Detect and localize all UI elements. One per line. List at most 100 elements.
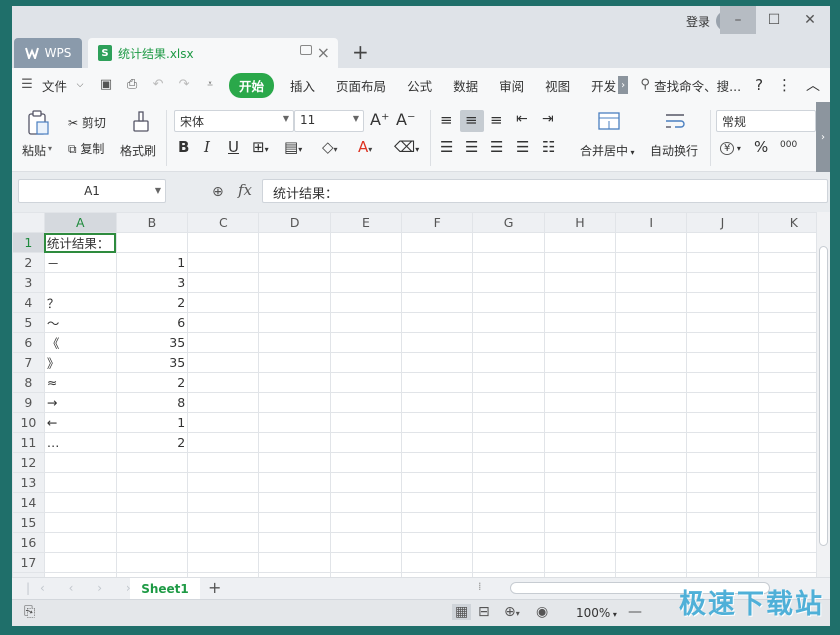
cell-empty[interactable]	[686, 232, 759, 253]
thousands-button[interactable]: 000	[780, 140, 797, 150]
cell-empty[interactable]	[187, 452, 260, 473]
tab-wps-home[interactable]: WPS	[14, 38, 82, 68]
cell-empty[interactable]	[329, 232, 403, 253]
column-header[interactable]: C	[187, 212, 260, 233]
tab-formulas[interactable]: 公式	[407, 76, 432, 95]
column-header[interactable]: E	[329, 212, 403, 233]
cell-empty[interactable]	[472, 252, 545, 273]
row-header[interactable]: 1	[12, 232, 45, 253]
collapse-ribbon-button[interactable]: ︿	[806, 75, 820, 95]
cell-empty[interactable]	[615, 272, 688, 293]
help-button[interactable]: ?	[755, 76, 763, 94]
borders-icon[interactable]: ⊞▾	[252, 138, 269, 156]
row-header[interactable]: 2	[12, 252, 45, 273]
cell-a[interactable]: →	[43, 392, 117, 413]
cell-empty[interactable]	[329, 292, 403, 313]
undo-icon[interactable]: ↶	[151, 78, 165, 92]
cell-empty[interactable]	[686, 512, 759, 533]
reading-mode-icon[interactable]: ⊕▾	[504, 604, 520, 620]
cell-b[interactable]: 2	[115, 292, 189, 313]
column-header[interactable]: G	[472, 212, 545, 233]
cell-empty[interactable]	[329, 432, 403, 453]
cell-empty[interactable]	[686, 392, 759, 413]
cell-empty[interactable]	[543, 292, 617, 313]
cell-empty[interactable]	[187, 332, 260, 353]
cell-empty[interactable]	[543, 532, 617, 553]
cell-empty[interactable]	[329, 452, 403, 473]
paste-button[interactable]	[26, 110, 50, 136]
row-header[interactable]: 4	[12, 292, 45, 313]
align-top-icon[interactable]: ≡	[440, 111, 453, 129]
cell-a[interactable]: －	[43, 252, 117, 273]
cell-b[interactable]: 8	[115, 392, 189, 413]
align-left-icon[interactable]: ☰	[440, 138, 453, 156]
tab-data[interactable]: 数据	[453, 76, 478, 95]
cell-empty[interactable]	[329, 492, 403, 513]
ribbon-scroll-right-icon[interactable]: ›	[816, 102, 830, 172]
cell-empty[interactable]	[615, 312, 688, 333]
paste-dropdown-icon[interactable]: ▾	[48, 144, 52, 153]
cell-empty[interactable]	[615, 252, 688, 273]
cell-empty[interactable]	[615, 492, 688, 513]
cell-empty[interactable]	[472, 332, 545, 353]
cell-b[interactable]: 1	[115, 252, 189, 273]
more-options-button[interactable]: ⋮	[777, 76, 792, 94]
decrease-font-button[interactable]: A⁻	[396, 110, 415, 129]
decrease-indent-icon[interactable]: ⇤	[516, 111, 528, 127]
cell-a[interactable]: 《	[43, 332, 117, 353]
cell-empty[interactable]	[401, 272, 474, 293]
cell-empty[interactable]	[401, 352, 474, 373]
tab-page-layout[interactable]: 页面布局	[336, 76, 386, 95]
row-header[interactable]: 5	[12, 312, 45, 333]
close-tab-icon[interactable]: ×	[317, 43, 330, 62]
cell-empty[interactable]	[258, 232, 331, 253]
cell-empty[interactable]	[187, 352, 260, 373]
cell-empty[interactable]	[258, 312, 331, 333]
cell-b[interactable]	[115, 472, 189, 493]
cell-empty[interactable]	[543, 272, 617, 293]
redo-icon[interactable]: ↷	[177, 78, 191, 92]
row-header[interactable]: 16	[12, 532, 45, 553]
cell-empty[interactable]	[401, 432, 474, 453]
insert-function-button[interactable]: fx	[238, 181, 252, 199]
cell-empty[interactable]	[472, 412, 545, 433]
cell-empty[interactable]	[615, 472, 688, 493]
copy-button[interactable]: ⧉ 复制	[68, 140, 104, 157]
cell-b[interactable]: 35	[115, 352, 189, 373]
row-header[interactable]: 8	[12, 372, 45, 393]
cell-a[interactable]: 统计结果：	[43, 232, 117, 253]
row-header[interactable]: 6	[12, 332, 45, 353]
cell-empty[interactable]	[401, 392, 474, 413]
cell-a[interactable]: ←	[43, 412, 117, 433]
cell-empty[interactable]	[329, 552, 403, 573]
cell-empty[interactable]	[472, 352, 545, 373]
cell-b[interactable]	[115, 452, 189, 473]
cell-empty[interactable]	[686, 272, 759, 293]
cell-empty[interactable]	[401, 552, 474, 573]
formula-input[interactable]: 统计结果：	[262, 179, 828, 203]
eye-protection-icon[interactable]: ◉	[536, 604, 548, 620]
cell-empty[interactable]	[401, 452, 474, 473]
cut-button[interactable]: ✂ 剪切	[68, 114, 106, 131]
cell-a[interactable]	[43, 452, 117, 473]
cell-empty[interactable]	[543, 512, 617, 533]
cell-a[interactable]	[43, 512, 117, 533]
cell-empty[interactable]	[615, 352, 688, 373]
cell-empty[interactable]	[686, 292, 759, 313]
cell-empty[interactable]	[543, 472, 617, 493]
align-right-icon[interactable]: ☰	[490, 138, 503, 156]
font-size-select[interactable]: 11 ▼	[294, 110, 364, 132]
cell-empty[interactable]	[187, 272, 260, 293]
tab-insert[interactable]: 插入	[290, 76, 315, 95]
column-header[interactable]: J	[686, 212, 759, 233]
justify-icon[interactable]: ☰	[516, 138, 529, 156]
add-sheet-button[interactable]: +	[208, 578, 221, 597]
cell-empty[interactable]	[187, 512, 260, 533]
cell-empty[interactable]	[258, 352, 331, 373]
normal-view-icon[interactable]: ▦	[452, 604, 472, 620]
cell-empty[interactable]	[472, 392, 545, 413]
cell-empty[interactable]	[472, 552, 545, 573]
cell-empty[interactable]	[472, 292, 545, 313]
close-window-button[interactable]: ✕	[792, 6, 828, 34]
cell-b[interactable]: 3	[115, 272, 189, 293]
